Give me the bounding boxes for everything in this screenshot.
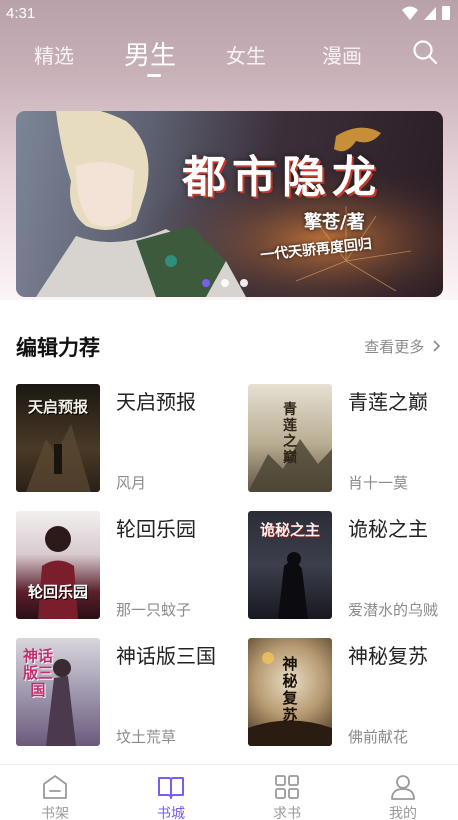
book-author: 那一只蚊子 bbox=[116, 601, 192, 619]
nav-label: 书架 bbox=[41, 806, 69, 820]
bookshelf-icon bbox=[43, 775, 67, 799]
book-cover[interactable]: 神秘复苏 bbox=[248, 638, 332, 746]
banner-title: 都市隐龙 bbox=[182, 152, 382, 203]
nav-label: 求书 bbox=[273, 806, 301, 820]
see-more-link[interactable]: 查看更多 bbox=[364, 336, 442, 357]
book-cover[interactable]: 轮回乐园 bbox=[16, 511, 100, 619]
cover-title: 神话版三国 bbox=[22, 647, 53, 699]
book-title: 轮回乐园 bbox=[116, 517, 196, 541]
user-icon bbox=[391, 775, 415, 800]
cover-title: 天启预报 bbox=[27, 398, 88, 416]
book-title: 诡秘之主 bbox=[348, 517, 428, 541]
book-card[interactable]: 青莲之巅 青莲之巅 肖十一莫 bbox=[248, 384, 458, 494]
tab-featured[interactable]: 精选 bbox=[34, 40, 74, 69]
book-author: 佛前献花 bbox=[348, 728, 409, 746]
book-card[interactable]: 神秘复苏 神秘复苏 佛前献花 bbox=[248, 638, 458, 748]
book-card[interactable]: 轮回乐园 轮回乐园 那一只蚊子 bbox=[16, 511, 226, 621]
status-bar: 4:31 bbox=[0, 0, 458, 30]
carousel-dot[interactable] bbox=[240, 279, 248, 287]
book-title: 青莲之巅 bbox=[348, 390, 428, 414]
nav-profile[interactable]: 我的 bbox=[363, 773, 443, 820]
book-author: 风月 bbox=[116, 474, 147, 492]
banner-carousel[interactable]: 都市隐龙 擎苍/著 一代天骄再度回归 bbox=[16, 111, 443, 297]
nav-request[interactable]: 求书 bbox=[247, 773, 327, 820]
banner-author: 擎苍/著 bbox=[304, 212, 365, 233]
carousel-dot[interactable] bbox=[221, 279, 229, 287]
section-header: 编辑力荐 查看更多 bbox=[16, 332, 442, 362]
cover-title: 诡秘之主 bbox=[259, 521, 320, 539]
book-card[interactable]: 神话版三国 神话版三国 坟土荒草 bbox=[16, 638, 226, 748]
section-title: 编辑力荐 bbox=[16, 336, 100, 360]
top-tabs: 精选 男生 女生 漫画 bbox=[0, 34, 458, 80]
tab-comics[interactable]: 漫画 bbox=[322, 40, 362, 69]
wifi-icon bbox=[402, 6, 418, 20]
status-icons bbox=[402, 6, 450, 20]
book-cover[interactable]: 青莲之巅 bbox=[248, 384, 332, 492]
book-author: 坟土荒草 bbox=[116, 728, 177, 746]
nav-bookshelf[interactable]: 书架 bbox=[15, 773, 95, 820]
status-time: 4:31 bbox=[6, 5, 36, 22]
cover-title: 神秘复苏 bbox=[282, 655, 298, 724]
nav-bookstore[interactable]: 书城 bbox=[131, 773, 211, 820]
book-title: 天启预报 bbox=[116, 390, 196, 414]
book-cover[interactable]: 神话版三国 bbox=[16, 638, 100, 746]
search-icon[interactable] bbox=[412, 39, 438, 65]
cover-title: 青莲之巅 bbox=[283, 402, 297, 466]
book-cover[interactable]: 天启预报 bbox=[16, 384, 100, 492]
tab-female[interactable]: 女生 bbox=[226, 40, 266, 69]
book-title: 神秘复苏 bbox=[348, 644, 428, 668]
tab-male[interactable]: 男生 bbox=[124, 35, 176, 72]
nav-label: 我的 bbox=[389, 806, 417, 820]
book-cover[interactable]: 诡秘之主 bbox=[248, 511, 332, 619]
bottom-nav: 书架 书城 求书 我的 bbox=[0, 764, 458, 820]
carousel-dot[interactable] bbox=[202, 279, 210, 287]
signal-icon bbox=[424, 6, 436, 20]
battery-icon bbox=[442, 6, 450, 20]
cover-title: 轮回乐园 bbox=[27, 583, 88, 601]
book-author: 爱潜水的乌贼 bbox=[348, 601, 439, 619]
see-more-label: 查看更多 bbox=[364, 338, 425, 356]
book-card[interactable]: 天启预报 天启预报 风月 bbox=[16, 384, 226, 494]
active-tab-indicator bbox=[147, 74, 161, 77]
nav-label: 书城 bbox=[157, 806, 185, 820]
carousel-dots bbox=[202, 279, 248, 287]
chevron-right-icon bbox=[433, 340, 441, 352]
book-card[interactable]: 诡秘之主 诡秘之主 爱潜水的乌贼 bbox=[248, 511, 458, 621]
book-open-icon bbox=[158, 777, 184, 799]
grid-icon bbox=[275, 775, 299, 799]
book-author: 肖十一莫 bbox=[348, 474, 409, 492]
book-title: 神话版三国 bbox=[116, 644, 216, 668]
